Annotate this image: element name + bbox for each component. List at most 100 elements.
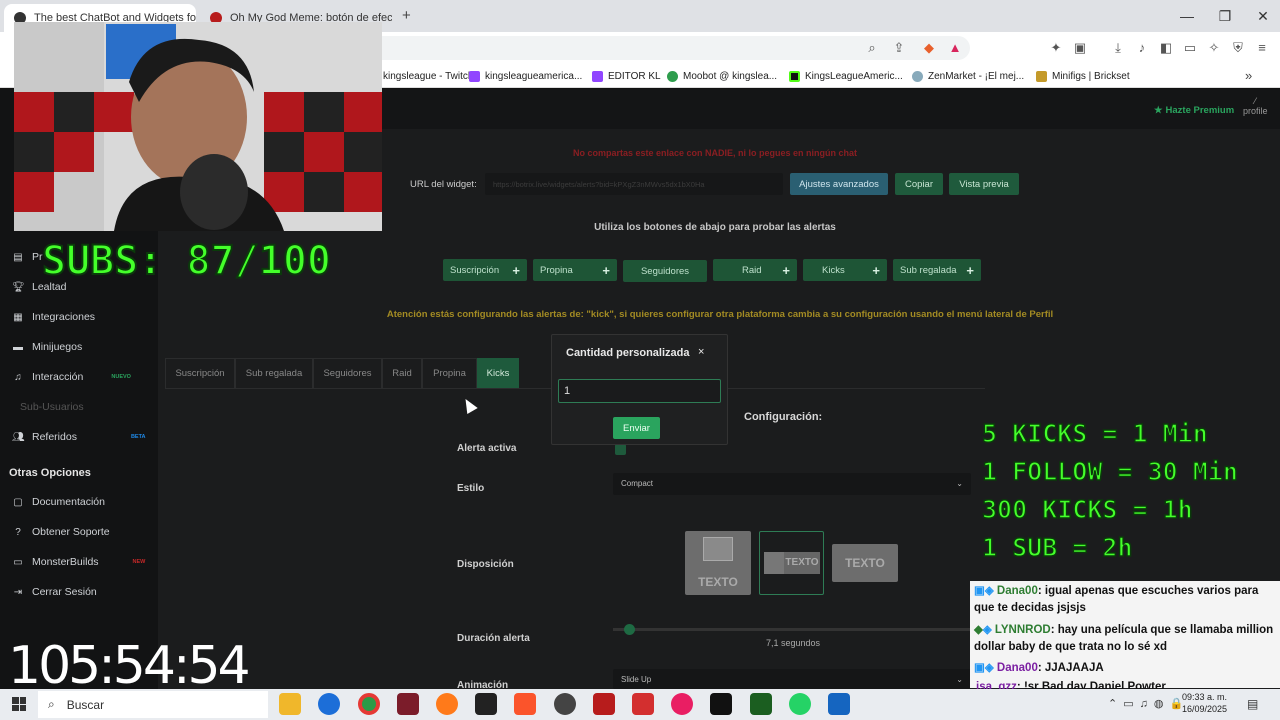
minimize-button[interactable]: — [1168, 8, 1206, 24]
sidebar-section-title: Otras Opciones [9, 467, 91, 479]
zoom-icon[interactable]: ⌕ [862, 38, 882, 58]
button-label: Propina [540, 264, 573, 276]
voicemeeter-icon[interactable] [593, 693, 615, 715]
twitch-icon [592, 70, 603, 82]
alert-active-toggle[interactable] [615, 444, 626, 455]
spreadsheet-icon[interactable] [750, 693, 772, 715]
rule-sub: 1 SUB = 2h [981, 532, 1133, 563]
bookmark-kingsleague-twitch[interactable]: kingsleague - Twitch [383, 68, 473, 84]
layout-option-text-only[interactable]: TEXTO [832, 544, 898, 582]
image-icon [703, 537, 733, 561]
bookmark-kingsleagueamerica[interactable]: kingsleagueamerica... [469, 68, 582, 84]
taskbar-search[interactable]: ⌕ Buscar [38, 691, 268, 718]
tab-followers[interactable]: Seguidores [313, 358, 382, 388]
brave-rewards-icon[interactable]: ▲ [945, 38, 965, 58]
bookmark-brickset[interactable]: Minifigs | Brickset [1036, 68, 1130, 84]
media-icon[interactable]: ♪ [1132, 38, 1152, 58]
tiktok-icon[interactable] [710, 693, 732, 715]
duration-slider[interactable] [613, 628, 973, 631]
download-icon[interactable]: ⤓ [1108, 38, 1128, 58]
whatsapp-icon[interactable] [789, 693, 811, 715]
capcut-icon[interactable] [475, 693, 497, 715]
new-badge: NUEVO [111, 374, 131, 380]
test-tip-button[interactable]: Propina + [533, 259, 617, 281]
tab-subscription[interactable]: Suscripción [165, 358, 235, 388]
send-button[interactable]: Enviar [613, 417, 660, 439]
maps-pin-icon[interactable] [671, 693, 693, 715]
sidebar-item-referrals[interactable]: 👥︎ Referidos BETA [12, 427, 146, 447]
sidebar-item-monsterbuilds[interactable]: ▭ MonsterBuilds NEW [12, 552, 145, 572]
new-tab-button[interactable]: + [402, 7, 411, 24]
bookmark-zenmarket[interactable]: ZenMarket - ¡El mej... [912, 68, 1024, 84]
duration-slider-handle[interactable] [624, 624, 635, 635]
profile-label: profile [1243, 106, 1268, 116]
chrome-icon[interactable] [358, 693, 380, 715]
plus-icon: + [602, 262, 610, 278]
style-select[interactable]: Compact ⌄ [613, 473, 971, 495]
test-subscription-button[interactable]: Suscripción + [443, 259, 527, 281]
screenshot-icon[interactable]: ▣ [1070, 38, 1090, 58]
tab-gifted-sub[interactable]: Sub regalada [235, 358, 313, 388]
group-icon: 👥︎ [12, 431, 25, 443]
advanced-settings-button[interactable]: Ajustes avanzados [790, 173, 888, 195]
bookmark-kick[interactable]: KingsLeagueAmeric... [789, 68, 903, 84]
tab-tip[interactable]: Propina [422, 358, 477, 388]
obs-icon[interactable] [554, 693, 576, 715]
bookmark-moobot[interactable]: Moobot @ kingslea... [667, 68, 777, 84]
premium-link[interactable]: ★ Hazte Premium [1154, 105, 1234, 116]
sidebar-item-logout[interactable]: ⇥ Cerrar Sesión [12, 582, 97, 602]
leo-icon[interactable]: ✧ [1204, 38, 1224, 58]
plus-icon: + [872, 262, 880, 278]
animation-select[interactable]: Slide Up ⌄ [613, 669, 971, 689]
widget-url-field[interactable]: https://botrix.live/widgets/alerts?bid=k… [485, 173, 783, 195]
test-gifted-sub-button[interactable]: Sub regalada + [893, 259, 981, 281]
firefox-icon[interactable] [436, 693, 458, 715]
rule-follow: 1 FOLLOW = 30 Min [981, 456, 1238, 487]
profile-menu[interactable]: ⁄ profile [1243, 96, 1268, 116]
sidebar-item-integrations[interactable]: ▦ Integraciones [12, 307, 95, 327]
tab-raid[interactable]: Raid [382, 358, 422, 388]
menu-icon[interactable]: ≡ [1252, 38, 1272, 58]
more-bookmarks-icon[interactable]: » [1245, 68, 1252, 83]
image-icon [764, 552, 784, 574]
extensions-icon[interactable]: ✦ [1046, 38, 1066, 58]
vpn-icon[interactable]: ⛨ [1228, 38, 1248, 58]
sidebar-item-profile[interactable]: ▤ Pr [12, 247, 42, 267]
copy-button[interactable]: Copiar [895, 173, 943, 195]
share-icon[interactable]: ⇪ [889, 38, 909, 58]
amount-input[interactable] [558, 379, 721, 403]
file-explorer-icon[interactable] [279, 693, 301, 715]
sidebar-item-minigames[interactable]: ▬ Minijuegos [12, 337, 82, 357]
test-kicks-button[interactable]: Kicks + [803, 259, 887, 281]
notifications-icon[interactable]: ▤ [1247, 697, 1258, 711]
modal-close-icon[interactable]: × [698, 346, 704, 358]
rule-300-kicks: 300 KICKS = 1h [981, 494, 1193, 525]
bookmark-label: ZenMarket - ¡El mej... [928, 70, 1025, 82]
close-window-button[interactable]: ✕ [1244, 8, 1280, 25]
sidebar-item-support[interactable]: ? Obtener Soporte [12, 522, 109, 542]
test-raid-button[interactable]: Raid + [713, 259, 797, 281]
ccleaner-icon[interactable] [318, 693, 340, 715]
brave-taskbar-icon[interactable] [514, 693, 536, 715]
wallet-icon[interactable]: ▭ [1180, 38, 1200, 58]
taskbar-clock[interactable]: 09:33 a. m. 16/09/2025 [1182, 691, 1227, 715]
test-followers-button[interactable]: Seguidores [623, 260, 707, 282]
sidebar-item-docs[interactable]: ▢ Documentación [12, 492, 105, 512]
security-warning: No compartas este enlace con NADIE, ni l… [572, 148, 858, 158]
bookmark-editor-kl[interactable]: EDITOR KL [592, 68, 661, 84]
restore-button[interactable]: ❐ [1206, 8, 1244, 25]
layout-option-image-top[interactable]: TEXTO [685, 531, 751, 595]
system-tray[interactable]: ⌃▭♫◍🔒 [1108, 697, 1189, 710]
sidebar-item-interaction[interactable]: ♫ Interacción NUEVO [12, 367, 131, 387]
brave-shield-icon[interactable]: ◆ [919, 38, 939, 58]
chevron-down-icon: ⌄ [956, 479, 963, 488]
sidebar-toggle-icon[interactable]: ◧ [1156, 38, 1176, 58]
layout-option-image-left[interactable]: TEXTO [759, 531, 824, 595]
windows-start-icon[interactable] [12, 697, 26, 711]
streamdeck-icon[interactable] [632, 693, 654, 715]
valorant-icon[interactable] [397, 693, 419, 715]
preview-button[interactable]: Vista previa [949, 173, 1019, 195]
tab-kicks[interactable]: Kicks [477, 358, 519, 388]
premium-label: Hazte Premium [1165, 105, 1235, 116]
calculator-icon[interactable] [828, 693, 850, 715]
